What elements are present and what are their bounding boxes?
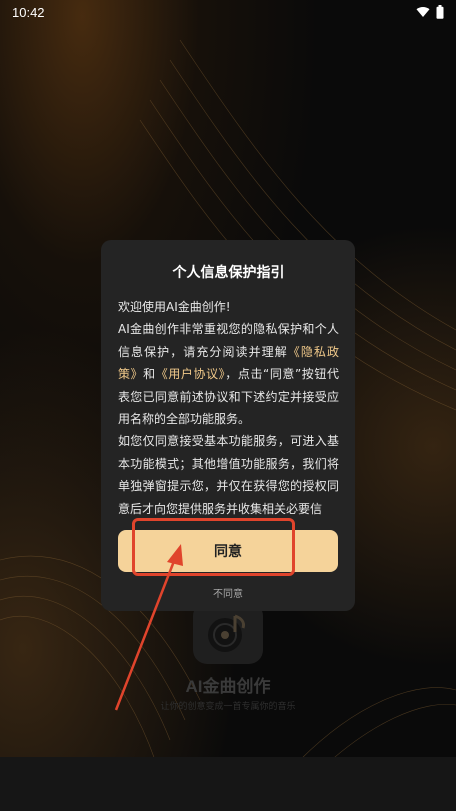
annotation-arrow [114, 544, 183, 711]
